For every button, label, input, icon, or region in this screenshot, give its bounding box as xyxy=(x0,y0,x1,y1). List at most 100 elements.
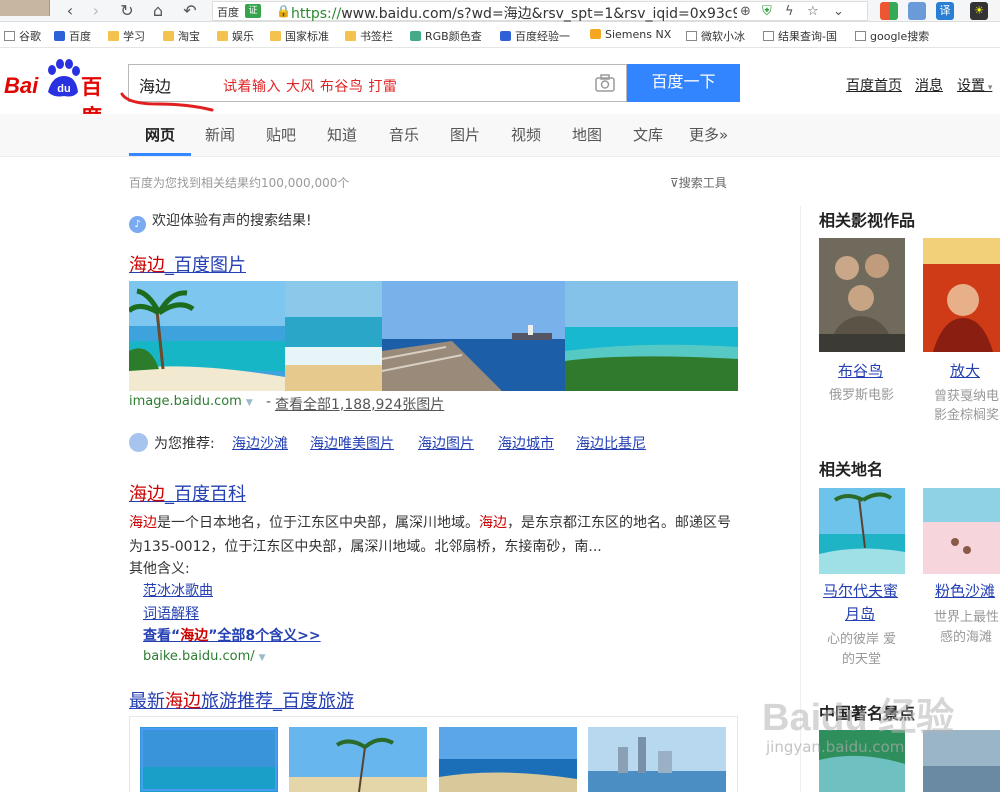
place-caption: 世界上最性 xyxy=(934,610,1000,625)
extension-icon[interactable] xyxy=(908,2,926,20)
home-icon[interactable]: ⌂ xyxy=(148,1,168,21)
tab-news[interactable]: 新闻 xyxy=(205,124,235,145)
beach-palm-image[interactable] xyxy=(129,281,285,391)
film-poster-image[interactable] xyxy=(819,238,905,352)
place-caption: 心的彼岸 爱 xyxy=(827,632,897,647)
bookmark-folder[interactable]: 淘宝 xyxy=(163,28,200,44)
all-meanings-link[interactable]: 查看“海边”全部8个含义>> xyxy=(143,625,321,645)
paw-icon: du xyxy=(48,59,80,97)
film-caption: 俄罗斯电影 xyxy=(829,388,895,403)
chevron-down-icon[interactable]: ⌄ xyxy=(833,4,844,19)
bookmark-folder[interactable]: 学习 xyxy=(108,28,145,44)
url-text[interactable]: https://www.baidu.com/s?wd=海边&rsv_spt=1&… xyxy=(291,3,737,23)
pier-image[interactable] xyxy=(382,281,565,391)
coast-image[interactable] xyxy=(565,281,738,391)
active-tab-indicator xyxy=(129,153,191,156)
travel-image[interactable] xyxy=(439,727,577,792)
annotation-hint: 试着输入 大风 布谷鸟 打雷 xyxy=(223,79,398,95)
place-link[interactable]: 月岛 xyxy=(845,603,875,624)
tab-video[interactable]: 视频 xyxy=(511,124,541,145)
tab-web[interactable]: 网页 xyxy=(145,124,175,145)
address-bar[interactable]: 百度 证 🔒 https://www.baidu.com/s?wd=海边&rsv… xyxy=(212,1,868,23)
search-tools[interactable]: ⊽搜索工具 xyxy=(670,174,727,191)
tab-tieba[interactable]: 贴吧 xyxy=(266,124,296,145)
settings-link[interactable]: 设置 ▾ xyxy=(957,75,992,95)
tab-more[interactable]: 更多» xyxy=(689,124,728,145)
recommend-link[interactable]: 海边图片 xyxy=(418,433,474,453)
result-title-travel[interactable]: 最新海边旅游推荐_百度旅游 xyxy=(129,687,354,713)
film-caption: 曾获戛纳电 xyxy=(934,389,1000,404)
film-poster-image[interactable] xyxy=(923,238,1000,352)
reload-icon[interactable]: ↻ xyxy=(117,1,137,21)
svg-text:du: du xyxy=(57,83,70,95)
tab-images[interactable]: 图片 xyxy=(450,124,480,145)
tab-map[interactable]: 地图 xyxy=(572,124,602,145)
baidu-home-link[interactable]: 百度首页 xyxy=(846,75,902,95)
result-title-images[interactable]: 海边_百度图片 xyxy=(129,251,246,277)
bookmark-item[interactable]: 微软小冰 xyxy=(686,28,745,44)
result-title-baike[interactable]: 海边_百度百科 xyxy=(129,480,246,506)
separator: - xyxy=(266,394,272,410)
source-url[interactable]: image.baidu.com ▼ xyxy=(129,394,253,409)
meaning-link[interactable]: 范冰冰歌曲 xyxy=(143,580,213,600)
film-link[interactable]: 布谷鸟 xyxy=(838,360,883,381)
translate-icon[interactable]: 译 xyxy=(936,2,954,20)
film-link[interactable]: 放大 xyxy=(950,360,980,381)
messages-link[interactable]: 消息 xyxy=(915,75,943,95)
travel-image[interactable] xyxy=(289,727,427,792)
star-icon[interactable]: ☆ xyxy=(807,4,819,19)
sun-icon[interactable]: ☀ xyxy=(970,2,988,20)
chevron-down-icon[interactable]: ▼ xyxy=(246,398,253,408)
search-tabs: 网页 新闻 贴吧 知道 音乐 图片 视频 地图 文库 更多» xyxy=(0,114,1000,157)
recommend-link[interactable]: 海边唯美图片 xyxy=(310,433,394,453)
zoom-icon[interactable]: ⊕ xyxy=(740,4,751,19)
tab-thumbnail[interactable] xyxy=(0,0,50,16)
bookmark-item[interactable]: 百度经验一 xyxy=(500,28,570,44)
place-image[interactable] xyxy=(923,488,1000,574)
tab-zhidao[interactable]: 知道 xyxy=(327,124,357,145)
films-heading: 相关影视作品 xyxy=(819,211,916,230)
bookmark-item[interactable]: Siemens NX xyxy=(590,28,671,41)
lightning-icon[interactable]: ϟ xyxy=(785,4,794,19)
filter-icon: ⊽ xyxy=(670,176,679,190)
url-rest: www.baidu.com/s?wd=海边&rsv_spt=1&rsv_iqid… xyxy=(341,6,737,22)
place-image[interactable] xyxy=(819,488,905,574)
forward-icon[interactable]: › xyxy=(86,1,106,21)
recommend-link[interactable]: 海边城市 xyxy=(498,433,554,453)
places-heading: 相关地名 xyxy=(819,460,884,479)
search-button[interactable]: 百度一下 xyxy=(627,64,740,102)
travel-image[interactable] xyxy=(140,727,278,792)
bookmark-item[interactable]: 百度 xyxy=(54,28,91,44)
voice-search-notice: ♪ 欢迎体验有声的搜索结果! xyxy=(129,210,312,233)
camera-icon[interactable] xyxy=(595,74,615,92)
bookmark-item[interactable]: 结果查询-国 xyxy=(763,28,837,44)
chevron-down-icon[interactable]: ▼ xyxy=(259,653,266,663)
shield-icon[interactable]: ⛨ xyxy=(762,4,772,19)
music-note-icon: ♪ xyxy=(129,216,146,233)
source-url[interactable]: baike.baidu.com/▼ xyxy=(143,649,266,664)
undo-icon[interactable]: ↶ xyxy=(180,1,200,21)
tab-music[interactable]: 音乐 xyxy=(389,124,419,145)
logo-text: Bai xyxy=(4,73,39,98)
place-link[interactable]: 粉色沙滩 xyxy=(935,580,995,601)
place-link[interactable]: 马尔代夫蜜 xyxy=(823,580,898,601)
bookmark-item[interactable]: google搜索 xyxy=(855,28,929,44)
ocean-wave-image[interactable] xyxy=(285,281,382,391)
tab-wenku[interactable]: 文库 xyxy=(633,124,663,145)
bookmark-folder[interactable]: 娱乐 xyxy=(217,28,254,44)
recommend-link[interactable]: 海边沙滩 xyxy=(232,433,288,453)
browser-toolbar: ‹ › ↻ ⌂ ↶ 百度 证 🔒 https://www.baidu.com/s… xyxy=(0,0,1000,22)
meaning-link[interactable]: 词语解释 xyxy=(143,603,199,623)
bookmark-item[interactable]: 谷歌 xyxy=(4,28,41,44)
back-icon[interactable]: ‹ xyxy=(60,1,80,21)
bookmark-folder[interactable]: 国家标准 xyxy=(270,28,329,44)
apps-icon[interactable] xyxy=(880,2,898,20)
travel-image[interactable] xyxy=(588,727,726,792)
bookmark-item[interactable]: RGB颜色查 xyxy=(410,28,482,44)
recommend-link[interactable]: 海边比基尼 xyxy=(576,433,646,453)
bookmark-folder[interactable]: 书签栏 xyxy=(345,28,393,44)
baidu-jingyan-watermark: Baidu 经验 jingyan.baidu.com xyxy=(762,697,955,756)
baidu-logo[interactable]: Bai du 百度 xyxy=(4,56,122,129)
recommend-label: 为您推荐: xyxy=(129,433,215,453)
view-all-images-link[interactable]: 查看全部1,188,924张图片 xyxy=(275,394,444,414)
